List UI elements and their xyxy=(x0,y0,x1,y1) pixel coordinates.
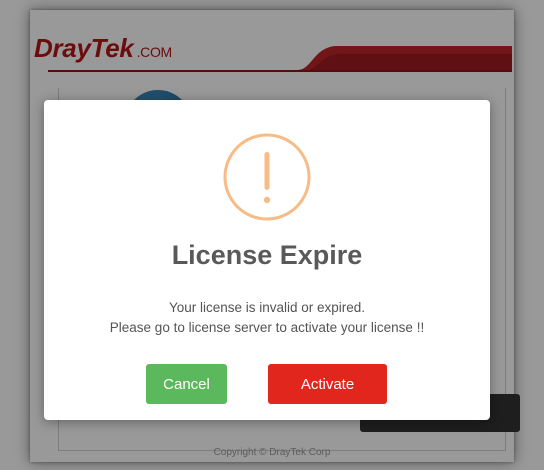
exclamation-circle-icon xyxy=(223,133,311,221)
cancel-button[interactable]: Cancel xyxy=(146,364,227,404)
dialog-title: License Expire xyxy=(171,240,363,270)
dialog-message: Your license is invalid or expired. Plea… xyxy=(44,298,490,338)
activate-button[interactable]: Activate xyxy=(268,364,387,404)
license-expire-dialog: License Expire Your license is invalid o… xyxy=(44,100,490,420)
message-line-1: Your license is invalid or expired. xyxy=(168,300,366,315)
message-line-2: Please go to license server to activate … xyxy=(109,320,425,335)
